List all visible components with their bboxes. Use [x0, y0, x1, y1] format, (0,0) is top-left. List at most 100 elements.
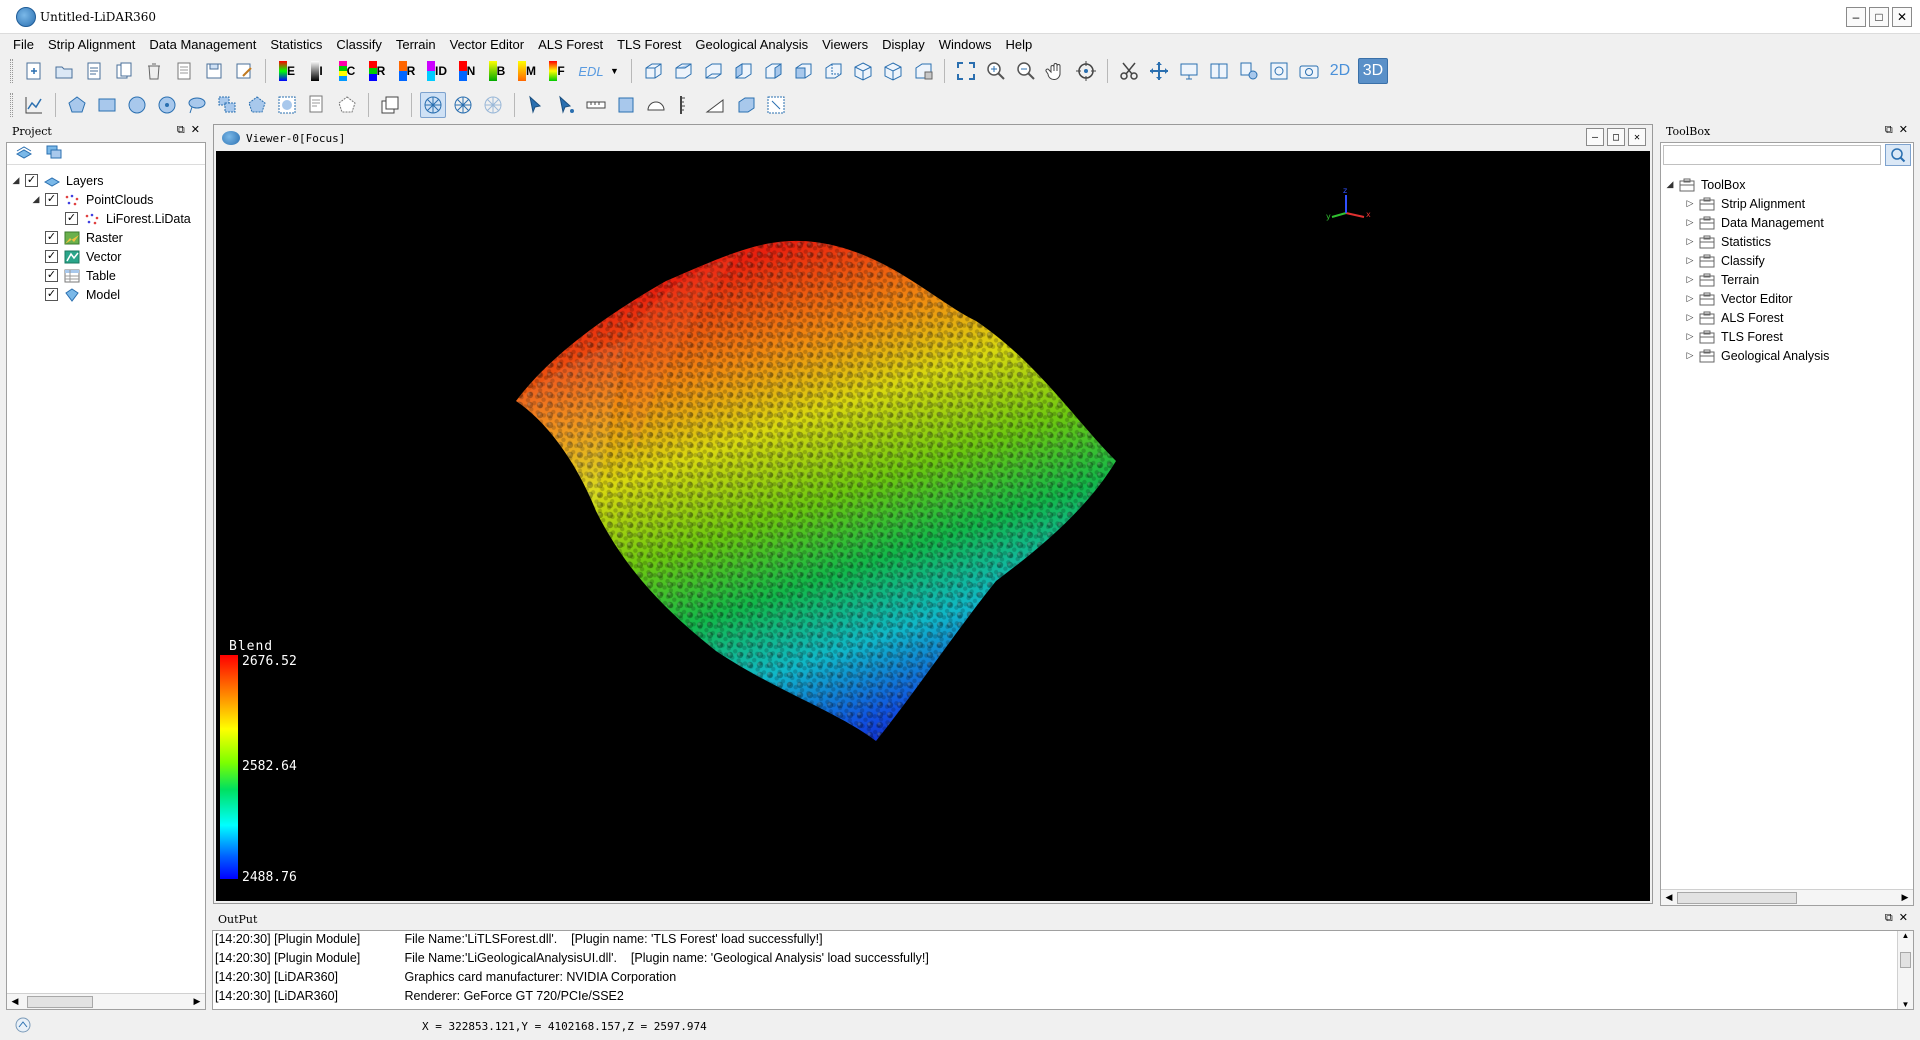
expand-arrow-icon[interactable]: ▷ — [1685, 198, 1695, 209]
split-view-icon[interactable] — [1206, 58, 1232, 84]
render-classification-icon[interactable]: C — [334, 58, 360, 84]
render-number-icon[interactable]: N — [454, 58, 480, 84]
render-id-icon[interactable]: ID — [424, 58, 450, 84]
view-bottom-icon[interactable] — [700, 58, 726, 84]
view-custom-icon[interactable] — [910, 58, 936, 84]
open-data-icon[interactable] — [81, 58, 107, 84]
scroll-thumb[interactable] — [1677, 891, 1797, 904]
zoom-in-icon[interactable] — [983, 58, 1009, 84]
polygon-select-icon[interactable] — [64, 92, 90, 118]
vector-checkbox[interactable]: ✓ — [45, 250, 58, 263]
open-folder-icon[interactable] — [51, 58, 77, 84]
float-panel-icon[interactable]: ⧉ — [177, 123, 185, 137]
render-return-icon[interactable]: R — [394, 58, 420, 84]
tree-item-pointclouds[interactable]: ◢ ✓ PointClouds — [31, 190, 154, 209]
cut-scissors-icon[interactable] — [1116, 58, 1142, 84]
search-button[interactable] — [1885, 144, 1911, 166]
toolbox-horizontal-scrollbar[interactable]: ◀ ▶ — [1661, 889, 1913, 905]
rectangle-select-icon[interactable] — [94, 92, 120, 118]
menu-display[interactable]: Display — [875, 37, 932, 52]
toolbox-item-strip-alignment[interactable]: ▷ Strip Alignment — [1685, 194, 1806, 213]
view-iso-icon[interactable] — [850, 58, 876, 84]
pentagon-select-icon[interactable] — [244, 92, 270, 118]
cancel-selection-icon[interactable] — [334, 92, 360, 118]
view-front-icon[interactable] — [790, 58, 816, 84]
tree-item-vector[interactable]: ✓ Vector — [45, 247, 121, 266]
3d-canvas[interactable]: x y z Blend 2676.52 2582.64 2488.76 — [216, 151, 1650, 901]
viewer-close-button[interactable]: ✕ — [1628, 128, 1646, 146]
measure-distance-icon[interactable] — [583, 92, 609, 118]
view-right-icon[interactable] — [760, 58, 786, 84]
menu-help[interactable]: Help — [999, 37, 1040, 52]
menu-file[interactable]: File — [6, 37, 41, 52]
mode-2d-button[interactable]: 2D — [1326, 58, 1354, 84]
ellipse-select-icon[interactable] — [154, 92, 180, 118]
menu-tls-forest[interactable]: TLS Forest — [610, 37, 688, 52]
rotate-lock-icon[interactable] — [480, 92, 506, 118]
scroll-down-icon[interactable]: ▼ — [1898, 1000, 1913, 1009]
measure-angle-icon[interactable] — [643, 92, 669, 118]
tree-item-layers[interactable]: ◢ ✓ Layers — [11, 171, 104, 190]
output-vertical-scrollbar[interactable]: ▲ ▼ — [1897, 931, 1913, 1009]
copy-icon[interactable] — [111, 58, 137, 84]
rotate-axis-icon[interactable] — [450, 92, 476, 118]
float-panel-icon[interactable]: ⧉ — [1885, 911, 1893, 925]
camera-icon[interactable] — [1296, 58, 1322, 84]
render-elevation-icon[interactable]: E — [274, 58, 300, 84]
expand-arrow-icon[interactable]: ▷ — [1685, 236, 1695, 247]
output-log[interactable]: [14:20:30] [Plugin Module] File Name:'Li… — [212, 930, 1914, 1010]
scroll-right-icon[interactable]: ▶ — [1897, 892, 1913, 903]
viewer-minimize-button[interactable]: – — [1586, 128, 1604, 146]
expand-arrow-icon[interactable]: ▷ — [1685, 293, 1695, 304]
expand-arrow-icon[interactable]: ▷ — [1685, 331, 1695, 342]
render-blend-icon[interactable]: B — [484, 58, 510, 84]
tree-item-table[interactable]: ✓ Table — [45, 266, 116, 285]
properties-icon[interactable] — [171, 58, 197, 84]
scroll-right-icon[interactable]: ▶ — [189, 996, 205, 1007]
measure-height-icon[interactable] — [673, 92, 699, 118]
display-screen-icon[interactable] — [1176, 58, 1202, 84]
toolbox-item-als-forest[interactable]: ▷ ALS Forest — [1685, 308, 1784, 327]
collapse-arrow-icon[interactable]: ◢ — [11, 175, 21, 186]
layers-checkbox[interactable]: ✓ — [25, 174, 38, 187]
tree-item-liforest-file[interactable]: ✓ LiForest.LiData — [65, 209, 191, 228]
toolbar-grip[interactable] — [10, 93, 13, 117]
toolbox-item-classify[interactable]: ▷ Classify — [1685, 251, 1765, 270]
liforest-checkbox[interactable]: ✓ — [65, 212, 78, 225]
view-default-icon[interactable] — [640, 58, 666, 84]
project-horizontal-scrollbar[interactable]: ◀ ▶ — [7, 993, 205, 1009]
scroll-thumb[interactable] — [27, 995, 93, 1008]
expand-arrow-icon[interactable]: ▷ — [1685, 255, 1695, 266]
menu-statistics[interactable]: Statistics — [263, 37, 329, 52]
circle-select-icon[interactable] — [124, 92, 150, 118]
save-as-icon[interactable] — [231, 58, 257, 84]
expand-arrow-icon[interactable]: ▷ — [1685, 274, 1695, 285]
menu-vector-editor[interactable]: Vector Editor — [443, 37, 531, 52]
pick-point-icon[interactable] — [523, 92, 549, 118]
scroll-up-icon[interactable]: ▲ — [1898, 931, 1913, 940]
table-checkbox[interactable]: ✓ — [45, 269, 58, 282]
menu-viewers[interactable]: Viewers — [815, 37, 875, 52]
delete-icon[interactable] — [141, 58, 167, 84]
render-intensity-icon[interactable]: I — [304, 58, 330, 84]
edl-button[interactable]: EDL — [574, 58, 608, 84]
tree-item-model[interactable]: ✓ Model — [45, 285, 120, 304]
measure-clear-icon[interactable] — [763, 92, 789, 118]
menu-als-forest[interactable]: ALS Forest — [531, 37, 610, 52]
float-panel-icon[interactable]: ⧉ — [1885, 123, 1893, 137]
zoom-extent-icon[interactable] — [953, 58, 979, 84]
pan-hand-icon[interactable] — [1043, 58, 1069, 84]
menu-strip-alignment[interactable]: Strip Alignment — [41, 37, 142, 52]
maximize-button[interactable]: □ — [1869, 7, 1889, 27]
clip-inside-icon[interactable] — [274, 92, 300, 118]
render-mixed-icon[interactable]: M — [514, 58, 540, 84]
expand-arrow-icon[interactable]: ▷ — [1685, 350, 1695, 361]
close-panel-icon[interactable]: ✕ — [1899, 123, 1908, 137]
collapse-arrow-icon[interactable]: ◢ — [31, 194, 41, 205]
expand-arrow-icon[interactable]: ▷ — [1685, 217, 1695, 228]
clip-outside-icon[interactable] — [304, 92, 330, 118]
measure-volume-icon[interactable] — [733, 92, 759, 118]
mode-3d-button[interactable]: 3D — [1357, 58, 1388, 84]
toolbar-grip[interactable] — [10, 59, 13, 83]
scroll-left-icon[interactable]: ◀ — [1661, 892, 1677, 903]
